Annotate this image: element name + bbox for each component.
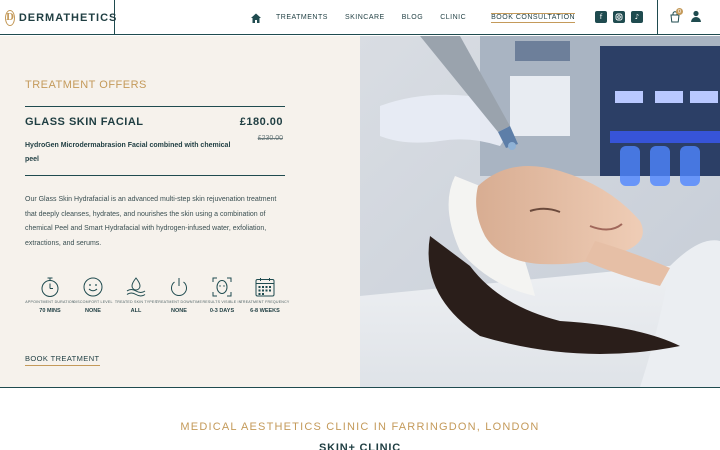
face-scan-icon xyxy=(212,277,232,297)
clinic-heading: MEDICAL AESTHETICS CLINIC IN FARRINGDON,… xyxy=(180,421,540,433)
treatment-photo xyxy=(360,36,720,387)
stat-label: TREATMENT FREQUENCY xyxy=(240,300,290,304)
divider xyxy=(25,175,285,176)
logo-mark-icon: D xyxy=(5,9,15,26)
nav-item-clinic[interactable]: CLINIC xyxy=(440,14,466,21)
logo[interactable]: D DERMATHETICS xyxy=(0,0,118,35)
cart-count-badge: 0 xyxy=(676,8,683,15)
nav-item-blog[interactable]: BLOG xyxy=(402,14,423,21)
divider xyxy=(25,106,285,107)
calendar-icon xyxy=(255,278,275,297)
stat-frequency: TREATMENT FREQUENCY 6-8 WEEKS xyxy=(240,276,290,314)
treatment-subtitle: HydroGen Microdermabrasion Facial combin… xyxy=(25,142,231,163)
user-icon[interactable] xyxy=(690,10,702,22)
nav-item-treatments[interactable]: TREATMENTS xyxy=(276,14,328,21)
social-links: f ♪ xyxy=(595,11,649,23)
treatment-offer-section: TREATMENT OFFERS GLASS SKIN FACIAL £180.… xyxy=(0,36,720,388)
treatment-price: £180.00 xyxy=(239,116,283,128)
clinic-subheading: SKIN+ CLINIC xyxy=(318,442,402,450)
smiley-icon xyxy=(83,277,103,297)
offer-panel: TREATMENT OFFERS GLASS SKIN FACIAL £180.… xyxy=(0,36,360,387)
book-consultation-button[interactable]: BOOK CONSULTATION xyxy=(491,12,576,23)
section-title: TREATMENT OFFERS xyxy=(25,79,147,91)
site-header: D DERMATHETICS TREATMENTS SKINCARE BLOG … xyxy=(0,0,720,35)
nav-item-skincare[interactable]: SKINCARE xyxy=(345,14,385,21)
treatment-description: Our Glass Skin Hydrafacial is an advance… xyxy=(25,196,277,247)
facebook-icon[interactable]: f xyxy=(595,11,607,23)
main-nav: TREATMENTS SKINCARE BLOG CLINIC BOOK CON… xyxy=(250,0,576,35)
stat-value: 6-8 WEEKS xyxy=(250,308,280,314)
power-icon xyxy=(171,278,187,296)
treatment-stats: APPOINTMENT DURATION 70 MINS DISCOMFORT … xyxy=(25,276,295,336)
logo-text: DERMATHETICS xyxy=(18,11,118,24)
book-treatment-button[interactable]: BOOK TREATMENT xyxy=(25,354,100,366)
stopwatch-icon xyxy=(41,277,59,297)
tiktok-icon[interactable]: ♪ xyxy=(631,11,643,23)
treatment-photo-illustration xyxy=(360,36,720,387)
header-divider xyxy=(657,0,658,35)
water-drop-icon xyxy=(126,277,146,297)
treatment-name: GLASS SKIN FACIAL xyxy=(25,116,144,128)
home-icon[interactable] xyxy=(250,12,262,24)
instagram-icon[interactable] xyxy=(613,11,625,23)
